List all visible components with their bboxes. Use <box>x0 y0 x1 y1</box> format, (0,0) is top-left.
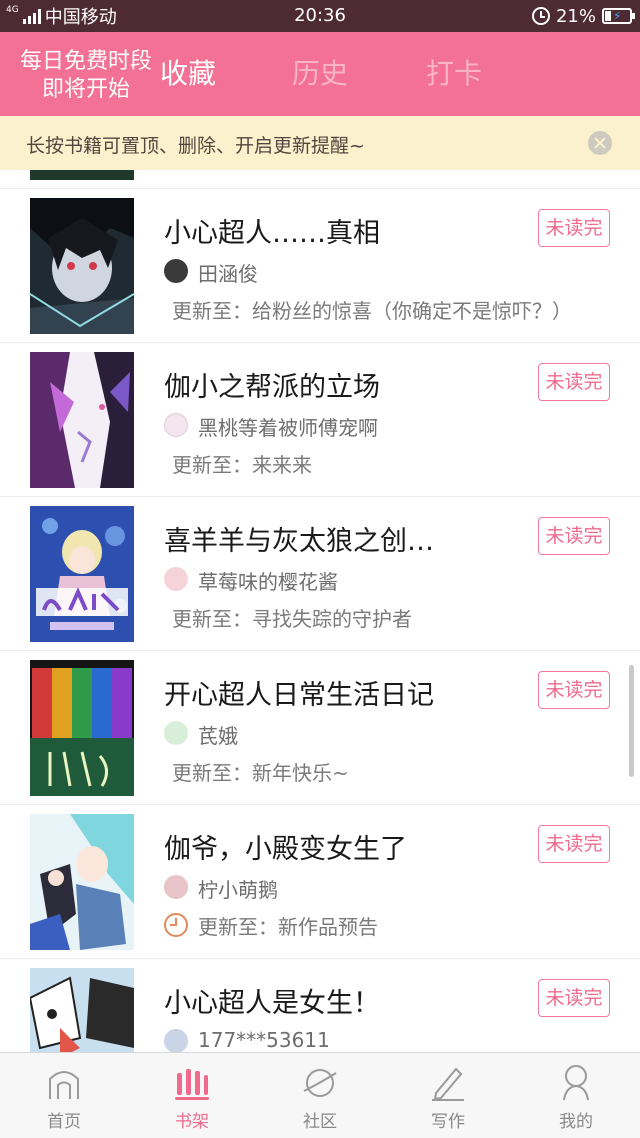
bookshelf-icon <box>175 1069 209 1100</box>
unread-badge[interactable]: 未读完 <box>538 979 610 1017</box>
author-avatar <box>164 567 188 591</box>
book-item[interactable]: 小心超人……真相 田涵俊 更新至：给粉丝的惊喜（你确定不是惊吓？） 未读完 <box>0 189 640 343</box>
author-name: 黑桃等着被师傅宠啊 <box>198 416 378 440</box>
book-title[interactable]: 小心超人是女生！ <box>164 981 380 1020</box>
unread-badge[interactable]: 未读完 <box>538 363 610 401</box>
free-period-banner[interactable]: 每日免费时段 即将开始 <box>14 48 158 104</box>
tip-text: 长按书籍可置顶、删除、开启更新提醒~ <box>26 135 365 157</box>
close-icon[interactable] <box>588 131 612 155</box>
tab-checkin[interactable]: 打卡 <box>426 54 482 94</box>
nav-write[interactable]: 写作 <box>384 1053 512 1138</box>
nav-label: 社区 <box>303 1112 337 1132</box>
author-avatar <box>164 259 188 283</box>
author-name: 芪娥 <box>198 724 238 748</box>
latest-update: 更新至：新作品预告 <box>198 915 378 939</box>
unread-badge[interactable]: 未读完 <box>538 209 610 247</box>
author-name: 田涵俊 <box>198 262 258 286</box>
unread-badge[interactable]: 未读完 <box>538 825 610 863</box>
planet-icon <box>303 1069 337 1097</box>
tip-banner: 长按书籍可置顶、删除、开启更新提醒~ <box>0 116 640 170</box>
tab-history[interactable]: 历史 <box>292 54 348 94</box>
app-header: 每日免费时段 即将开始 收藏 历史 打卡 <box>0 32 640 116</box>
bookshelf-list: 小心超人……真相 田涵俊 更新至：给粉丝的惊喜（你确定不是惊吓？） 未读完 伽小… <box>0 170 640 1052</box>
nav-label: 写作 <box>431 1112 465 1132</box>
author-name: 柠小萌鹅 <box>198 878 278 902</box>
author-avatar <box>164 721 188 745</box>
promo-line-2: 即将开始 <box>41 77 130 102</box>
book-cover[interactable] <box>30 814 134 950</box>
nav-label: 首页 <box>47 1112 81 1132</box>
latest-update: 更新至：给粉丝的惊喜（你确定不是惊吓？） <box>172 299 572 323</box>
battery-icon: ⚡ <box>602 8 635 24</box>
status-bar: 4G 中国移动 20:36 21% ⚡ <box>0 0 640 32</box>
promo-line-1: 每日免费时段 <box>19 49 152 74</box>
author-name: 草莓味的樱花酱 <box>198 570 338 594</box>
book-item[interactable]: 开心超人日常生活日记 芪娥 更新至：新年快乐~ 未读完 <box>0 651 640 805</box>
unread-badge[interactable]: 未读完 <box>538 517 610 555</box>
book-cover[interactable] <box>30 506 134 642</box>
latest-update: 更新至：来来来 <box>172 453 312 477</box>
author-avatar <box>164 413 188 437</box>
profile-icon <box>563 1065 589 1101</box>
clock-icon <box>164 913 188 937</box>
status-right: 21% ⚡ <box>531 0 635 32</box>
book-cover[interactable] <box>30 198 134 334</box>
book-item[interactable]: 伽爷，小殿变女生了 柠小萌鹅 更新至：新作品预告 未读完 <box>0 805 640 959</box>
unread-badge[interactable]: 未读完 <box>538 671 610 709</box>
pen-icon <box>432 1067 464 1101</box>
book-item[interactable]: 喜羊羊与灰太狼之创… 草莓味的樱花酱 更新至：寻找失踪的守护者 未读完 <box>0 497 640 651</box>
previous-cover-peek <box>30 170 134 180</box>
book-title[interactable]: 喜羊羊与灰太狼之创… <box>164 519 434 558</box>
scrollbar[interactable] <box>629 665 634 777</box>
bottom-nav: 首页 书架 社区 写作 我的 <box>0 1052 640 1138</box>
nav-label: 我的 <box>559 1112 593 1132</box>
book-title[interactable]: 伽小之帮派的立场 <box>164 365 380 404</box>
book-item[interactable]: 小心超人是女生！ 177***53611 未读完 <box>0 959 640 1052</box>
book-title[interactable]: 开心超人日常生活日记 <box>164 673 434 712</box>
book-item[interactable]: 伽小之帮派的立场 黑桃等着被师傅宠啊 更新至：来来来 未读完 <box>0 343 640 497</box>
nav-community[interactable]: 社区 <box>256 1053 384 1138</box>
book-cover[interactable] <box>30 660 134 796</box>
battery-percent: 21% <box>555 5 596 27</box>
nav-profile[interactable]: 我的 <box>512 1053 640 1138</box>
book-title[interactable]: 伽爷，小殿变女生了 <box>164 827 407 866</box>
home-icon <box>49 1071 79 1099</box>
author-name: 177***53611 <box>198 1028 330 1052</box>
nav-home[interactable]: 首页 <box>0 1053 128 1138</box>
tab-favorites[interactable]: 收藏 <box>160 54 216 94</box>
nav-label: 书架 <box>175 1112 209 1132</box>
latest-update: 更新至：新年快乐~ <box>172 761 349 785</box>
nav-bookshelf[interactable]: 书架 <box>128 1053 256 1138</box>
book-cover[interactable] <box>30 352 134 488</box>
author-avatar <box>164 875 188 899</box>
app-screen: 4G 中国移动 20:36 21% ⚡ 每日免费时段 即将开始 收藏 历史 打卡… <box>0 0 640 1138</box>
alarm-icon <box>531 7 550 25</box>
book-cover[interactable] <box>30 968 134 1052</box>
author-avatar <box>164 1029 188 1052</box>
book-title[interactable]: 小心超人……真相 <box>164 211 380 250</box>
latest-update: 更新至：寻找失踪的守护者 <box>172 607 412 631</box>
